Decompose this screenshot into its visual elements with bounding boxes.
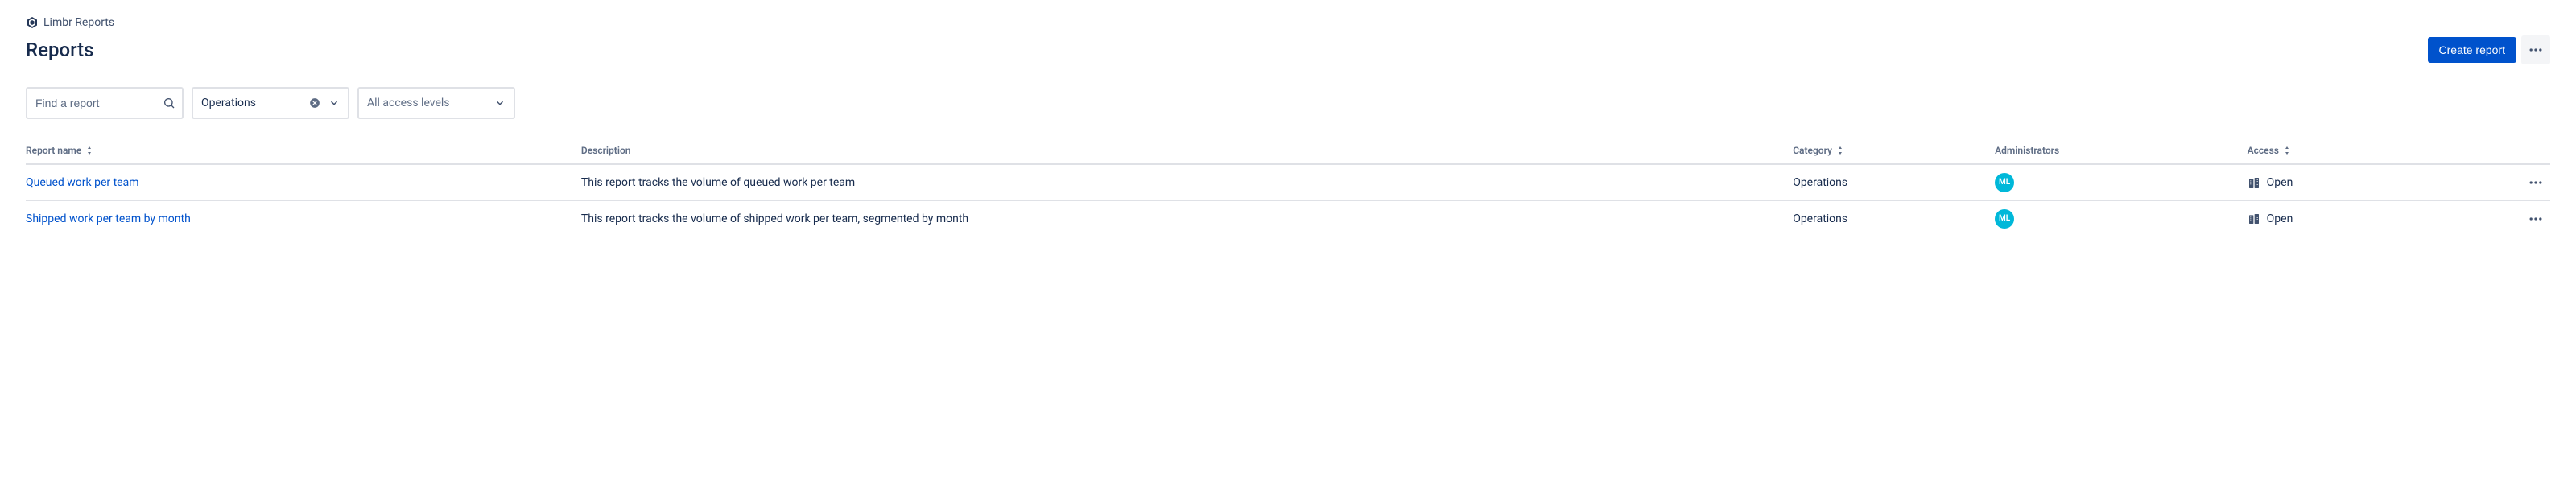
page-title: Reports	[26, 39, 93, 61]
report-description: This report tracks the volume of queued …	[581, 164, 1793, 201]
report-category: Operations	[1793, 200, 1995, 237]
category-filter[interactable]: Operations	[192, 87, 349, 119]
more-horizontal-icon	[2528, 211, 2544, 227]
clear-category-icon[interactable]	[309, 97, 320, 109]
header-access[interactable]: Access	[2248, 138, 2450, 164]
search-input[interactable]	[26, 87, 184, 119]
access-filter[interactable]: All access levels	[357, 87, 515, 119]
search-box	[26, 87, 184, 119]
access-label: Open	[2267, 176, 2293, 189]
report-name-link[interactable]: Shipped work per team by month	[26, 212, 191, 225]
more-horizontal-icon	[2528, 42, 2544, 58]
header-administrators: Administrators	[1995, 138, 2248, 164]
app-icon	[26, 16, 39, 29]
header-description: Description	[581, 138, 1793, 164]
report-description: This report tracks the volume of shipped…	[581, 200, 1793, 237]
building-icon	[2248, 176, 2260, 189]
reports-table: Report name Description Category	[26, 138, 2550, 237]
more-horizontal-icon	[2528, 175, 2544, 191]
sort-icon	[1836, 146, 1844, 157]
breadcrumb: Limbr Reports	[26, 16, 2550, 29]
building-icon	[2248, 212, 2260, 225]
header-actions: Create report	[2428, 35, 2550, 64]
sort-icon	[2283, 146, 2291, 157]
header-report-name[interactable]: Report name	[26, 138, 581, 164]
access-filter-placeholder: All access levels	[367, 97, 450, 109]
admin-avatar[interactable]: ML	[1995, 173, 2014, 192]
row-more-button[interactable]	[2450, 211, 2544, 227]
breadcrumb-app-name[interactable]: Limbr Reports	[43, 16, 114, 29]
table-row: Shipped work per team by month This repo…	[26, 200, 2550, 237]
report-name-link[interactable]: Queued work per team	[26, 176, 139, 189]
sort-icon	[85, 146, 93, 157]
row-more-button[interactable]	[2450, 175, 2544, 191]
more-actions-button[interactable]	[2521, 35, 2550, 64]
search-icon	[163, 97, 175, 109]
header-row: Reports Create report	[26, 35, 2550, 64]
category-filter-value: Operations	[201, 97, 256, 109]
chevron-down-icon	[494, 97, 506, 109]
header-actions	[2450, 138, 2550, 164]
chevron-down-icon	[328, 97, 340, 109]
report-category: Operations	[1793, 164, 1995, 201]
create-report-button[interactable]: Create report	[2428, 37, 2516, 63]
access-label: Open	[2267, 212, 2293, 225]
header-category[interactable]: Category	[1793, 138, 1995, 164]
admin-avatar[interactable]: ML	[1995, 209, 2014, 229]
table-row: Queued work per team This report tracks …	[26, 164, 2550, 201]
filters-row: Operations All access levels	[26, 87, 2550, 119]
